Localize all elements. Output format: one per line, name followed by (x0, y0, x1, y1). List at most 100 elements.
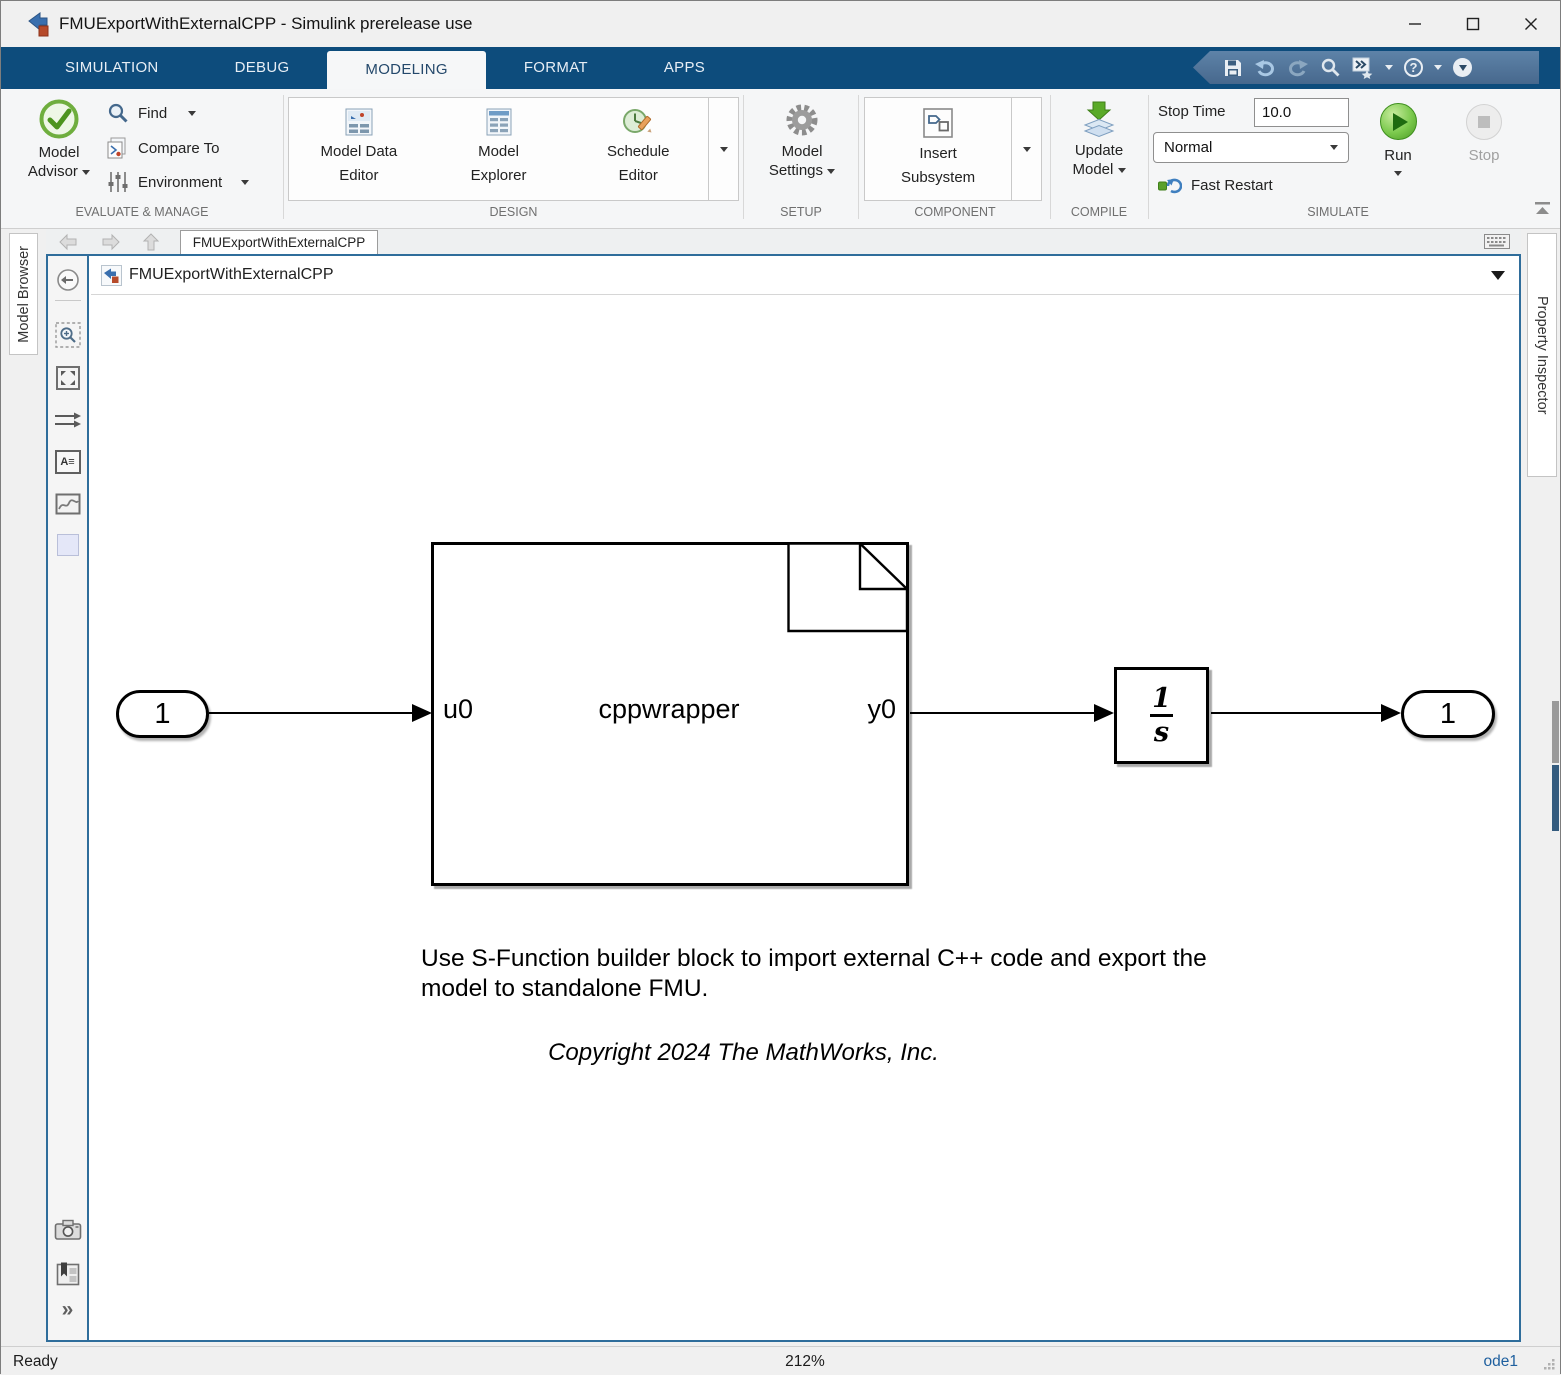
model-settings-button[interactable]: Model Settings (763, 101, 841, 180)
update-model-button[interactable]: Update Model (1059, 101, 1139, 179)
model-data-editor-button[interactable]: Model Data Editor (289, 98, 429, 200)
search-icon[interactable] (1320, 57, 1341, 78)
quick-access-toolbar: ? (1193, 51, 1539, 84)
model-advisor-dropdown-icon (82, 170, 90, 175)
model-advisor-label-1: Model (39, 143, 80, 162)
schedule-editor-label-1: Schedule (607, 142, 670, 161)
copyright-text[interactable]: Copyright 2024 The MathWorks, Inc. (421, 1039, 1066, 1067)
resize-grip-icon[interactable] (1542, 1357, 1556, 1371)
annotation-tool-icon[interactable]: A≡ (55, 450, 81, 474)
property-inspector-tab[interactable]: Property Inspector (1527, 233, 1557, 477)
ribbon-separator (283, 95, 284, 219)
signal-routing-icon[interactable] (54, 409, 82, 431)
find-button[interactable]: Find (107, 102, 196, 124)
window-title: FMUExportWithExternalCPP - Simulink prer… (59, 14, 473, 34)
collapse-ribbon-icon[interactable] (1533, 201, 1552, 217)
keyboard-icon[interactable] (1484, 234, 1510, 249)
inport-block[interactable]: 1 (116, 690, 209, 738)
environment-dropdown-icon[interactable] (241, 180, 249, 185)
close-button[interactable] (1502, 1, 1560, 47)
fast-restart-button[interactable]: Fast Restart (1158, 176, 1273, 195)
breadcrumb-bar: FMUExportWithExternalCPP (91, 256, 1519, 295)
insert-subsystem-button[interactable]: Insert Subsystem (865, 98, 1011, 200)
model-settings-dropdown-icon (827, 169, 835, 174)
compare-to-icon (107, 137, 129, 159)
ribbon-separator (1050, 95, 1051, 219)
tab-debug[interactable]: DEBUG (197, 47, 328, 89)
update-model-label-1: Update (1075, 141, 1123, 160)
stop-button[interactable]: Stop (1457, 104, 1511, 165)
breadcrumb[interactable]: FMUExportWithExternalCPP (129, 266, 334, 284)
model-data-editor-label-1: Model Data (320, 142, 397, 161)
environment-button[interactable]: Environment (107, 171, 249, 193)
tab-modeling[interactable]: MODELING (327, 51, 485, 89)
schedule-editor-button[interactable]: Schedule Editor (568, 98, 708, 200)
design-more-button[interactable] (708, 98, 738, 200)
model-browser-tab[interactable]: Model Browser (9, 233, 38, 355)
save-icon[interactable] (1223, 58, 1243, 78)
simulation-mode-value: Normal (1164, 139, 1212, 156)
add-shortcut-icon[interactable] (1352, 57, 1374, 79)
screenshot-tool-icon[interactable] (54, 1219, 82, 1241)
block-outport-label: y0 (854, 694, 896, 725)
status-solver[interactable]: ode1 (1484, 1353, 1518, 1371)
area-tool-icon[interactable] (57, 534, 79, 556)
zoom-region-icon[interactable] (55, 322, 81, 348)
statusbar: Ready 212% ode1 (1, 1346, 1560, 1375)
maximize-button[interactable] (1444, 1, 1502, 47)
design-group-box: Model Data Editor Model Explorer (288, 97, 739, 201)
section-design: DESIGN (288, 205, 739, 221)
signal-wire[interactable] (910, 712, 1097, 714)
palette-toolbar: A≡ » (48, 256, 89, 1340)
tab-simulation[interactable]: SIMULATION (27, 47, 197, 89)
tab-apps[interactable]: APPS (626, 47, 743, 89)
document-tab[interactable]: FMUExportWithExternalCPP (180, 230, 378, 255)
stop-time-input[interactable] (1254, 98, 1349, 127)
more-tools-icon[interactable]: » (62, 1299, 74, 1321)
redo-icon[interactable] (1287, 58, 1309, 78)
scrollbar-segment[interactable] (1552, 701, 1559, 763)
minimize-ribbon-icon[interactable] (1453, 58, 1472, 77)
update-model-icon (1081, 101, 1117, 139)
minimize-button[interactable] (1386, 1, 1444, 47)
find-dropdown-icon[interactable] (188, 111, 196, 116)
help-icon[interactable]: ? (1404, 58, 1423, 77)
insert-subsystem-more-button[interactable] (1011, 98, 1041, 200)
signal-wire[interactable] (209, 712, 414, 714)
breadcrumb-dropdown-icon[interactable] (1491, 271, 1505, 280)
help-dropdown-icon[interactable] (1434, 65, 1442, 70)
model-explorer-button[interactable]: Model Explorer (429, 98, 569, 200)
compare-to-label: Compare To (138, 140, 219, 157)
model-advisor-label-2: Advisor (28, 162, 90, 181)
shortcut-dropdown-icon[interactable] (1385, 65, 1393, 70)
simulation-mode-select[interactable]: Normal (1153, 132, 1349, 163)
run-button[interactable]: Run (1371, 103, 1425, 176)
signal-wire[interactable] (1211, 712, 1383, 714)
tab-format[interactable]: FORMAT (486, 47, 626, 89)
run-dropdown-icon[interactable] (1394, 171, 1402, 176)
update-model-dropdown-icon (1118, 168, 1126, 173)
scrollbar-segment[interactable] (1552, 765, 1559, 831)
simulink-logo-icon (27, 10, 53, 38)
titlebar: FMUExportWithExternalCPP - Simulink prer… (1, 1, 1560, 47)
model-advisor-button[interactable]: Model Advisor (23, 99, 95, 181)
fast-restart-label: Fast Restart (1191, 177, 1273, 194)
integrator-block[interactable]: 1 s (1114, 667, 1209, 764)
maximize-icon (1465, 16, 1481, 32)
viewmarks-icon[interactable] (55, 1261, 81, 1287)
fit-to-view-icon[interactable] (55, 365, 81, 391)
forward-icon[interactable] (100, 233, 121, 251)
model-settings-label-2: Settings (769, 161, 835, 180)
compare-to-button[interactable]: Compare To (107, 137, 219, 159)
section-evaluate-manage: EVALUATE & MANAGE (1, 205, 283, 221)
find-label: Find (138, 105, 167, 122)
undo-icon[interactable] (1254, 58, 1276, 78)
back-icon[interactable] (58, 233, 79, 251)
image-tool-icon[interactable] (55, 492, 81, 516)
model-canvas[interactable]: 1 u0 cppwrapper y0 1 s 1 Use S-Function … (91, 295, 1519, 1340)
annotation-text[interactable]: Use S-Function builder block to import e… (421, 944, 1216, 1004)
up-icon[interactable] (142, 232, 160, 252)
outport-block[interactable]: 1 (1401, 690, 1495, 738)
palette-divider (55, 300, 81, 301)
hide-palette-icon[interactable] (56, 268, 80, 292)
